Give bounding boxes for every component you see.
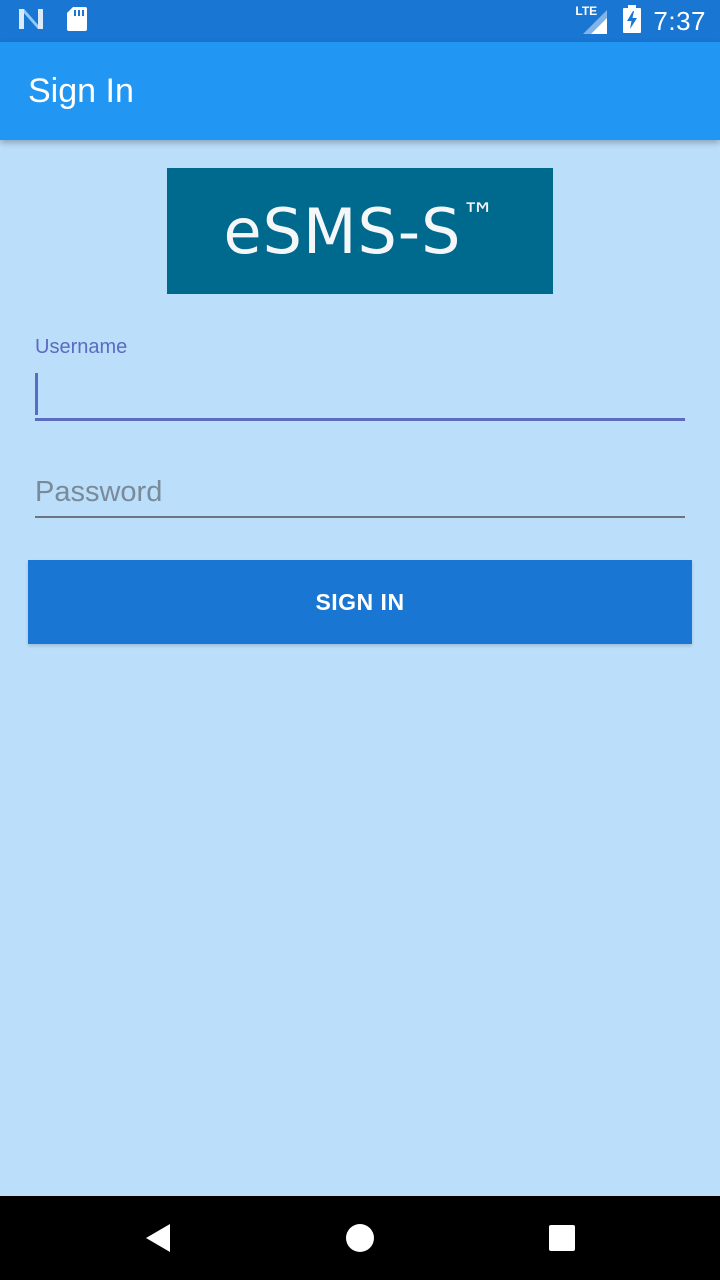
clock: 7:37 bbox=[653, 5, 706, 36]
username-label: Username bbox=[35, 336, 128, 358]
password-field[interactable] bbox=[35, 470, 685, 520]
logo-name: eSMS-S bbox=[223, 194, 462, 268]
password-underline bbox=[35, 516, 685, 518]
logo-trademark: ™ bbox=[461, 195, 497, 236]
navigation-bar bbox=[0, 1196, 720, 1280]
home-icon[interactable] bbox=[338, 1216, 382, 1260]
sd-card-icon bbox=[66, 6, 88, 36]
status-left-icons bbox=[18, 6, 88, 36]
username-field[interactable]: Username bbox=[35, 336, 685, 424]
recents-icon[interactable] bbox=[540, 1216, 584, 1260]
password-input[interactable] bbox=[35, 470, 685, 514]
back-icon[interactable] bbox=[136, 1216, 180, 1260]
brand-logo: eSMS-S™ bbox=[167, 168, 553, 294]
username-underline bbox=[35, 418, 685, 421]
text-caret bbox=[35, 373, 38, 415]
notification-n-icon bbox=[18, 7, 44, 35]
page-title: Sign In bbox=[28, 72, 134, 110]
battery-charging-icon bbox=[623, 5, 642, 37]
app-bar: Sign In bbox=[0, 42, 720, 140]
status-right-icons: LTE 7:37 bbox=[575, 4, 706, 37]
username-input[interactable] bbox=[35, 372, 685, 418]
status-bar: LTE 7:37 bbox=[0, 0, 720, 42]
sign-in-button[interactable]: SIGN IN bbox=[28, 560, 692, 644]
lte-signal-icon: LTE bbox=[575, 4, 611, 36]
logo-text: eSMS-S™ bbox=[223, 195, 496, 268]
